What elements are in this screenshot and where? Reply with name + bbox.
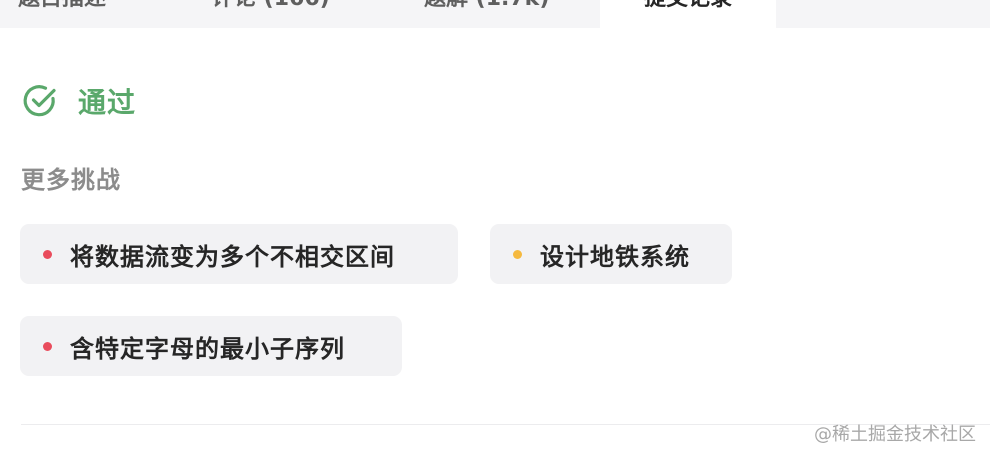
tab-submissions[interactable]: 提交记录 bbox=[600, 0, 776, 28]
difficulty-dot bbox=[43, 249, 52, 259]
submission-status: 通过 bbox=[22, 82, 136, 120]
tab-description[interactable]: 题目描述 bbox=[18, 0, 106, 28]
check-circle-icon bbox=[22, 83, 58, 119]
tab-bar: 题目描述 评论 (166) 题解 (1.7k) 提交记录 bbox=[0, 0, 990, 28]
tab-solutions[interactable]: 题解 (1.7k) bbox=[424, 0, 549, 28]
challenge-label: 含特定字母的最小子序列 bbox=[70, 334, 345, 363]
more-challenges-title: 更多挑战 bbox=[21, 166, 121, 194]
challenge-chip[interactable]: 设计地铁系统 bbox=[490, 224, 732, 284]
difficulty-dot bbox=[513, 249, 522, 259]
challenge-chip[interactable]: 将数据流变为多个不相交区间 bbox=[20, 224, 458, 284]
submission-result-page: 题目描述 评论 (166) 题解 (1.7k) 提交记录 通过 更多挑战 将数据… bbox=[0, 0, 990, 458]
challenge-label: 设计地铁系统 bbox=[540, 242, 690, 271]
challenge-chip[interactable]: 含特定字母的最小子序列 bbox=[20, 316, 402, 376]
status-label: 通过 bbox=[78, 86, 137, 119]
watermark: @稀土掘金技术社区 bbox=[814, 424, 976, 445]
difficulty-dot bbox=[43, 341, 52, 351]
tab-comments[interactable]: 评论 (166) bbox=[212, 0, 330, 28]
challenge-label: 将数据流变为多个不相交区间 bbox=[70, 242, 395, 271]
